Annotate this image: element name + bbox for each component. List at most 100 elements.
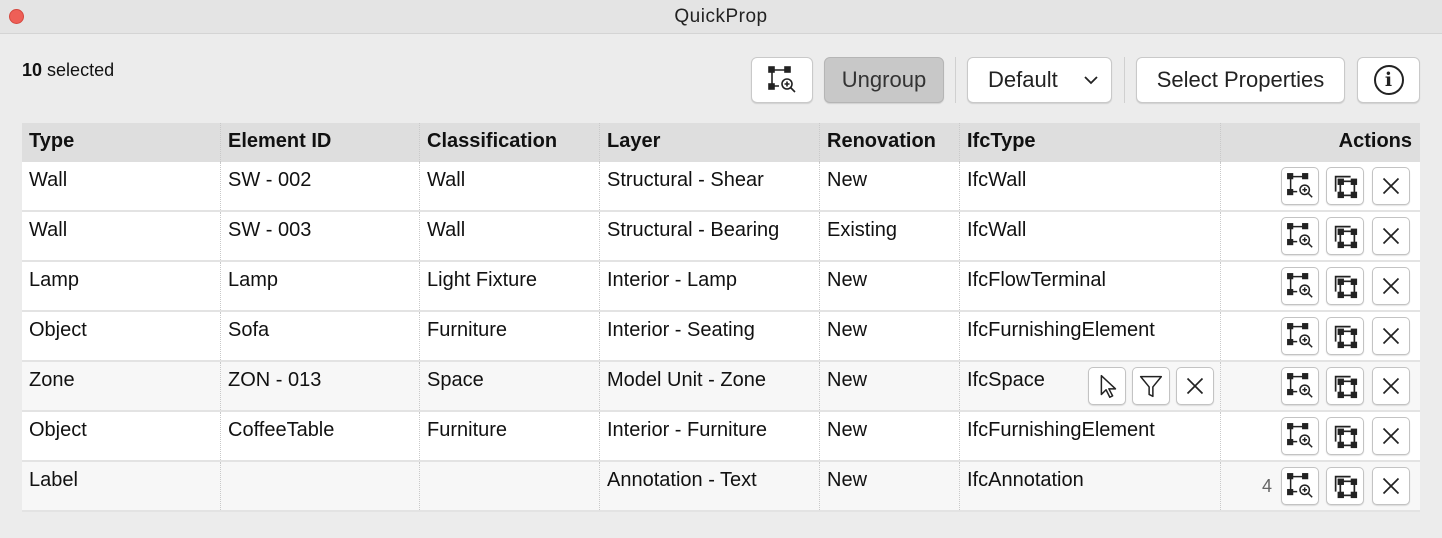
- select-element-button[interactable]: [1326, 467, 1364, 505]
- column-header-type[interactable]: Type: [22, 123, 220, 162]
- remove-element-button[interactable]: [1372, 317, 1410, 355]
- select-element-button[interactable]: [1326, 267, 1364, 305]
- cell-layer: Model Unit - Zone: [599, 362, 819, 410]
- zoom-to-selection-icon: [1287, 273, 1313, 298]
- select-element-button[interactable]: [1326, 217, 1364, 255]
- select-elements-icon: [1334, 375, 1358, 399]
- remove-icon: [1382, 177, 1400, 195]
- select-elements-icon: [1334, 275, 1358, 299]
- select-properties-button[interactable]: Select Properties: [1136, 57, 1345, 103]
- zoom-to-selection-icon: [1287, 423, 1313, 448]
- cell-type: Zone: [29, 369, 75, 391]
- select-element-button[interactable]: [1326, 417, 1364, 455]
- zoom-to-element-button[interactable]: [1281, 367, 1319, 405]
- cell-layer: Interior - Seating: [599, 312, 819, 360]
- zoom-to-element-button[interactable]: [1281, 467, 1319, 505]
- info-button[interactable]: i: [1357, 57, 1420, 103]
- zoom-to-element-button[interactable]: [1281, 417, 1319, 455]
- window-title: QuickProp: [674, 6, 768, 27]
- cell-type: Object: [29, 419, 87, 441]
- table-row[interactable]: Wall SW - 003 Wall Structural - Bearing Exis…: [22, 212, 1420, 262]
- column-header-classification[interactable]: Classification: [419, 123, 599, 162]
- toolbar-separator: [1124, 57, 1125, 103]
- cell-type: Wall: [29, 219, 68, 241]
- column-header-layer[interactable]: Layer: [599, 123, 819, 162]
- column-header-ifctype[interactable]: IfcType: [959, 123, 1220, 162]
- remove-element-button[interactable]: [1372, 267, 1410, 305]
- zoom-to-selection-icon: [1287, 323, 1313, 348]
- selection-count: 10 selected: [22, 60, 114, 81]
- zoom-to-element-button[interactable]: [1281, 217, 1319, 255]
- table-row[interactable]: Wall SW - 002 Wall Structural - Shear New Ifc…: [22, 162, 1420, 212]
- select-elements-icon: [1334, 425, 1358, 449]
- select-elements-icon: [1334, 475, 1358, 499]
- cell-layer: Interior - Furniture: [599, 412, 819, 460]
- table-row[interactable]: Label Annotation - Text New IfcAnnotation 4: [22, 462, 1420, 512]
- cell-classification: Furniture: [419, 312, 599, 360]
- remove-icon: [1382, 477, 1400, 495]
- zoom-to-element-button[interactable]: [1281, 167, 1319, 205]
- selection-count-label: selected: [47, 60, 115, 80]
- cell-element-id: CoffeeTable: [220, 412, 419, 460]
- select-element-button[interactable]: [1326, 367, 1364, 405]
- remove-icon: [1382, 377, 1400, 395]
- cell-element-id: ZON - 013: [220, 362, 419, 410]
- preset-dropdown-value: Default: [988, 67, 1058, 92]
- selection-count-number: 10: [22, 60, 43, 80]
- table-row[interactable]: Object CoffeeTable Furniture Interior - Fur…: [22, 412, 1420, 462]
- cell-ifctype: IfcAnnotation: [959, 462, 1220, 510]
- zoom-to-selection-icon: [768, 66, 796, 93]
- table-row[interactable]: Object Sofa Furniture Interior - Seating New…: [22, 312, 1420, 362]
- cell-ifctype: IfcFurnishingElement: [959, 412, 1220, 460]
- select-element-button[interactable]: [1326, 167, 1364, 205]
- remove-icon: [1382, 427, 1400, 445]
- column-header-actions: Actions: [1220, 123, 1420, 162]
- cell-classification: Light Fixture: [419, 262, 599, 310]
- table-row[interactable]: Lamp Lamp Light Fixture Interior - Lamp New I…: [22, 262, 1420, 312]
- select-elements-icon: [1334, 175, 1358, 199]
- cell-classification: Space: [419, 362, 599, 410]
- zoom-to-element-button[interactable]: [1281, 267, 1319, 305]
- column-header-element-id[interactable]: Element ID: [220, 123, 419, 162]
- preset-dropdown[interactable]: Default: [967, 57, 1112, 103]
- remove-icon: [1382, 327, 1400, 345]
- cell-type: Lamp: [29, 269, 80, 291]
- filter-icon: [1139, 375, 1163, 398]
- cell-element-id: SW - 002: [220, 162, 419, 210]
- cell-renovation: New: [819, 462, 959, 510]
- cell-element-id: Lamp: [220, 262, 419, 310]
- remove-element-button[interactable]: [1372, 367, 1410, 405]
- cell-layer: Interior - Lamp: [599, 262, 819, 310]
- select-elements-icon: [1334, 325, 1358, 349]
- element-count: 4: [1262, 476, 1273, 496]
- title-bar: QuickProp: [0, 0, 1442, 34]
- select-element-button[interactable]: [1326, 317, 1364, 355]
- cell-layer: Structural - Bearing: [599, 212, 819, 260]
- zoom-to-selection-icon: [1287, 223, 1313, 248]
- zoom-to-selection-button[interactable]: [751, 57, 813, 103]
- cursor-icon: [1100, 374, 1117, 398]
- toolbar-separator: [955, 57, 956, 103]
- clear-button[interactable]: [1176, 367, 1214, 405]
- cell-ifctype: IfcWall: [959, 212, 1220, 260]
- table-header: Type Element ID Classification Layer Ren…: [22, 123, 1420, 162]
- select-in-model-button[interactable]: [1088, 367, 1126, 405]
- cell-ifctype: IfcWall: [959, 162, 1220, 210]
- remove-element-button[interactable]: [1372, 467, 1410, 505]
- zoom-to-selection-icon: [1287, 173, 1313, 198]
- remove-element-button[interactable]: [1372, 417, 1410, 455]
- column-header-renovation[interactable]: Renovation: [819, 123, 959, 162]
- remove-icon: [1382, 227, 1400, 245]
- zoom-to-selection-icon: [1287, 373, 1313, 398]
- ungroup-button[interactable]: Ungroup: [824, 57, 944, 103]
- filter-button[interactable]: [1132, 367, 1170, 405]
- cell-ifctype: IfcFurnishingElement: [959, 312, 1220, 360]
- cell-renovation: New: [819, 312, 959, 360]
- cell-element-id: SW - 003: [220, 212, 419, 260]
- table-row[interactable]: Zone ZON - 013 Space Model Unit - Zone New If…: [22, 362, 1420, 412]
- zoom-to-element-button[interactable]: [1281, 317, 1319, 355]
- cell-renovation: New: [819, 162, 959, 210]
- remove-element-button[interactable]: [1372, 217, 1410, 255]
- remove-element-button[interactable]: [1372, 167, 1410, 205]
- cell-renovation: New: [819, 262, 959, 310]
